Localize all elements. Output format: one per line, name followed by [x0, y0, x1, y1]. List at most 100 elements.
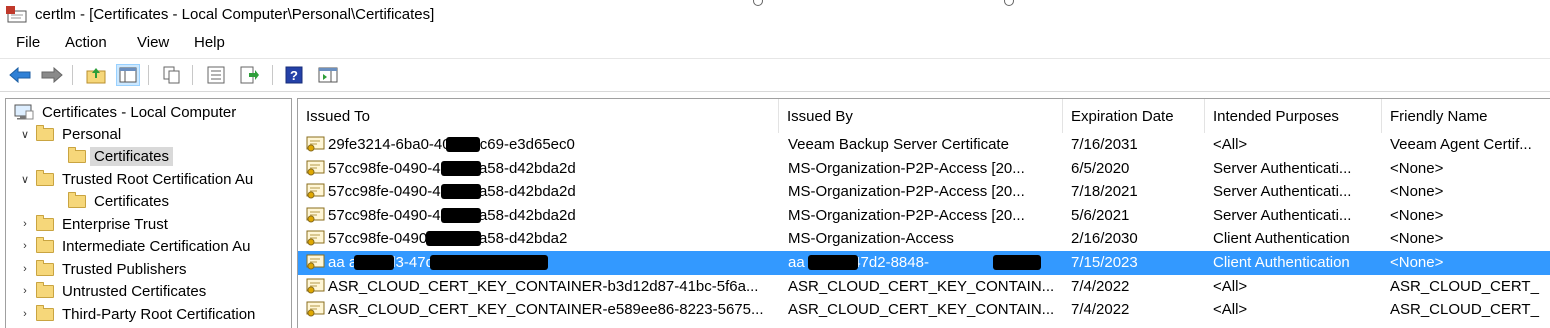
cell-expiration-date-text: 5/6/2021	[1071, 206, 1130, 224]
cell-issued-to-text: ASR_CLOUD_CERT_KEY_CONTAINER-e589ee86-82…	[328, 301, 764, 319]
certificate-icon	[306, 254, 326, 274]
cell-issued-to-text: ASR_CLOUD_CERT_KEY_CONTAINER-b3d12d87-41…	[328, 277, 759, 295]
cell-friendly-name: ASR_CLOUD_CERT_...	[1390, 301, 1540, 318]
redaction-mark	[441, 184, 481, 200]
chevron-down-icon[interactable]: ∨	[18, 173, 32, 186]
tree-item-trusted-root[interactable]: ∨ Trusted Root Certification Au	[18, 168, 253, 190]
chevron-right-icon[interactable]: ›	[18, 308, 32, 320]
folder-icon	[68, 146, 86, 163]
cell-expiration-date-text: 7/4/2022	[1071, 301, 1130, 319]
certificate-icon	[306, 160, 326, 180]
cell-friendly-name: <None>	[1390, 207, 1443, 224]
computer-icon	[14, 104, 34, 120]
resize-handle[interactable]	[753, 0, 763, 6]
redaction-mark	[446, 137, 480, 152]
chevron-right-icon[interactable]: ›	[18, 263, 32, 275]
cell-friendly-name: <None>	[1390, 230, 1443, 247]
cell-friendly-name-text: <None>	[1390, 206, 1444, 224]
help-icon[interactable]: ?	[282, 64, 306, 86]
menu-view[interactable]: View	[137, 34, 169, 51]
table-row[interactable]: aa a9-d6d3-47d2-8848-ddb aa -d6d3-47d2-88…	[298, 251, 1550, 275]
title-bar: certlm - [Certificates - Local Computer\…	[0, 0, 1550, 32]
cell-issued-by: ASR_CLOUD_CERT_KEY_CONTAIN...	[788, 301, 1054, 318]
copy-icon[interactable]	[160, 64, 184, 86]
cell-issued-by: MS-Organization-P2P-Access [20...	[788, 207, 1025, 224]
cell-issued-by: MS-Organization-Access	[788, 230, 954, 247]
table-row[interactable]: ASR_CLOUD_CERT_KEY_CONTAINER-e589ee86-82…	[298, 298, 1550, 322]
redaction-mark	[993, 255, 1041, 270]
column-header-expiration-date[interactable]: Expiration Date	[1063, 99, 1205, 133]
folder-icon	[36, 124, 54, 141]
chevron-right-icon[interactable]: ›	[18, 285, 32, 297]
tree-item-root[interactable]: Certificates - Local Computer	[14, 101, 236, 123]
cell-expiration-date: 7/15/2023	[1071, 254, 1138, 271]
cell-friendly-name-text: <None>	[1390, 183, 1444, 201]
cell-intended-purposes-text: Client Authentication	[1213, 230, 1350, 248]
svg-text:?: ?	[290, 68, 298, 83]
properties-icon[interactable]	[204, 64, 228, 86]
up-folder-icon[interactable]	[84, 64, 108, 86]
certificate-icon	[306, 183, 326, 203]
tree-item-trusted-root-certificates[interactable]: Certificates	[68, 190, 169, 212]
tree-item-enterprise-trust[interactable]: › Enterprise Trust	[18, 213, 168, 235]
cell-friendly-name: <None>	[1390, 160, 1443, 177]
cell-expiration-date: 5/6/2021	[1071, 207, 1129, 224]
cell-intended-purposes-text: <All>	[1213, 301, 1248, 319]
tree-item-personal[interactable]: ∨ Personal	[18, 123, 121, 145]
window-title: certlm - [Certificates - Local Computer\…	[35, 6, 435, 23]
redaction-mark	[430, 255, 548, 270]
column-header-issued-to[interactable]: Issued To	[298, 99, 779, 133]
chevron-right-icon[interactable]: ›	[18, 218, 32, 230]
toolbar-separator	[148, 65, 149, 85]
certificate-icon	[306, 278, 326, 298]
tree-item-intermediate[interactable]: › Intermediate Certification Au	[18, 235, 250, 257]
tree-item-third-party-root[interactable]: › Third-Party Root Certification	[18, 303, 255, 325]
console-tree: Certificates - Local Computer ∨ Personal…	[5, 98, 292, 328]
menu-bar: File Action View Help	[0, 32, 1550, 56]
cell-intended-purposes-text: Server Authenticati...	[1213, 159, 1352, 177]
resize-handle[interactable]	[1004, 0, 1014, 6]
table-row[interactable]: 57cc98fe-0490-4574-8a58-d42bda2dMS-Organ…	[298, 180, 1550, 204]
table-row[interactable]: ASR_CLOUD_CERT_KEY_CONTAINER-b3d12d87-41…	[298, 275, 1550, 299]
chevron-down-icon[interactable]: ∨	[18, 128, 32, 141]
column-header-friendly-name[interactable]: Friendly Name	[1382, 99, 1550, 133]
tree-item-label: Third-Party Root Certification	[62, 305, 256, 323]
column-header-issued-by[interactable]: Issued By	[779, 99, 1063, 133]
cell-issued-by-text: Veeam Backup Server Certificate	[788, 136, 1009, 153]
certificate-icon	[306, 230, 326, 250]
redaction-mark	[354, 255, 394, 270]
chevron-right-icon[interactable]: ›	[18, 240, 32, 252]
tree-item-label: Enterprise Trust	[62, 215, 168, 233]
table-row[interactable]: 57cc98fe-0490-4574-8a58-d42bda2MS-Organi…	[298, 227, 1550, 251]
tree-item-personal-certificates[interactable]: Certificates	[68, 145, 174, 167]
show-hide-tree-icon[interactable]	[116, 64, 140, 86]
menu-file[interactable]: File	[16, 34, 40, 51]
cell-expiration-date: 7/4/2022	[1071, 301, 1129, 318]
cell-expiration-date: 7/16/2031	[1071, 136, 1138, 153]
certificate-list: ⌃ Issued To Issued By Expiration Date In…	[297, 98, 1550, 328]
cell-intended-purposes: <All>	[1213, 301, 1247, 318]
table-row[interactable]: 57cc98fe-0490-4574-8a58-d42bda2dMS-Organ…	[298, 157, 1550, 181]
tree-item-label: Trusted Root Certification Au	[62, 170, 254, 188]
column-header-intended-purposes[interactable]: Intended Purposes	[1205, 99, 1382, 133]
cell-friendly-name-text: ASR_CLOUD_CERT_...	[1390, 301, 1540, 319]
table-row[interactable]: 57cc98fe-0490-4574-8a58-d42bda2dMS-Organ…	[298, 204, 1550, 228]
folder-icon	[36, 214, 54, 231]
menu-help[interactable]: Help	[194, 34, 225, 51]
folder-icon	[36, 304, 54, 321]
tree-item-trusted-publishers[interactable]: › Trusted Publishers	[18, 258, 187, 280]
show-hide-action-pane-icon[interactable]	[316, 64, 340, 86]
tree-item-untrusted[interactable]: › Untrusted Certificates	[18, 280, 206, 302]
cell-expiration-date-text: 2/16/2030	[1071, 230, 1138, 248]
cell-intended-purposes: <All>	[1213, 278, 1247, 295]
export-list-icon[interactable]	[238, 64, 262, 86]
back-icon[interactable]	[8, 64, 32, 86]
cell-friendly-name: <None>	[1390, 183, 1443, 200]
toolbar-separator	[192, 65, 193, 85]
folder-icon	[36, 259, 54, 276]
cell-issued-to: ASR_CLOUD_CERT_KEY_CONTAINER-b3d12d87-41…	[306, 278, 758, 298]
cell-intended-purposes: Server Authenticati...	[1213, 160, 1351, 177]
forward-icon[interactable]	[40, 64, 64, 86]
table-row[interactable]: 29fe3214-6ba0-40c6-9c69-e3d65ec0 Veeam Ba…	[298, 133, 1550, 157]
menu-action[interactable]: Action	[65, 34, 107, 51]
